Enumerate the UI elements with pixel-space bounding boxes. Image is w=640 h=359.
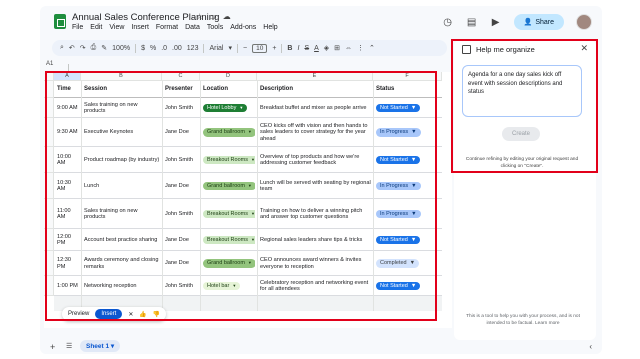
- number-format[interactable]: 123: [187, 45, 199, 52]
- screenshot-frame: Annual Sales Conference Planning ☆ ▭ ☁ F…: [0, 0, 640, 359]
- all-sheets-icon[interactable]: ☰: [66, 342, 72, 350]
- history-icon[interactable]: ◷: [442, 17, 454, 28]
- toolbar-divider: [237, 43, 238, 53]
- menu-addons[interactable]: Add-ons: [230, 24, 256, 31]
- menu-data[interactable]: Data: [185, 24, 200, 31]
- highlight-box-panel: [451, 39, 598, 173]
- undo-icon[interactable]: ↶: [69, 44, 75, 52]
- top-right-actions: ◷ ▤ ▶ 👤 Share: [442, 14, 592, 30]
- increase-decimal[interactable]: .00: [172, 45, 182, 52]
- fill-color-icon[interactable]: ◈: [324, 44, 329, 52]
- font-select[interactable]: Arial: [209, 45, 223, 52]
- sheets-bar: + ☰ Sheet 1 ▾ ‹: [40, 340, 602, 354]
- sheet-tab-label: Sheet 1: [86, 343, 110, 350]
- highlight-box-table: [45, 71, 437, 321]
- strikethrough-icon[interactable]: S: [304, 45, 309, 52]
- search-icon[interactable]: ⌕: [60, 44, 64, 52]
- menu-insert[interactable]: Insert: [131, 24, 149, 31]
- italic-button[interactable]: I: [297, 45, 299, 52]
- comment-icon[interactable]: ▤: [466, 17, 478, 28]
- more-icon[interactable]: ⋮: [357, 44, 364, 52]
- title-icons: ☆ ▭ ☁: [196, 12, 231, 21]
- currency-format[interactable]: $: [141, 45, 145, 52]
- add-sheet-icon[interactable]: +: [50, 342, 55, 352]
- chevron-down-icon: ▾: [228, 45, 232, 52]
- menu-help[interactable]: Help: [263, 24, 277, 31]
- toolbar: ⌕ ↶ ↷ ⎙ ✎ 100% $ % .0 .00 123 Arial ▾ − …: [52, 40, 447, 56]
- toolbar-divider: [281, 43, 283, 53]
- tab-sheet-1[interactable]: Sheet 1 ▾: [80, 340, 121, 352]
- decrease-decimal[interactable]: .0: [161, 45, 167, 52]
- font-size-input[interactable]: 10: [252, 43, 268, 53]
- borders-icon[interactable]: ⊞: [334, 44, 340, 52]
- share-label: Share: [535, 18, 554, 26]
- bold-button[interactable]: B: [287, 45, 292, 52]
- paint-format-icon[interactable]: ✎: [101, 44, 107, 52]
- percent-format[interactable]: %: [150, 45, 156, 52]
- sheets-logo-icon[interactable]: [54, 14, 66, 29]
- menu-view[interactable]: View: [109, 24, 124, 31]
- cloud-icon[interactable]: ☁: [223, 12, 231, 21]
- menu-format[interactable]: Format: [156, 24, 178, 31]
- share-button[interactable]: 👤 Share: [513, 14, 564, 30]
- menu-file[interactable]: File: [72, 24, 83, 31]
- menu-tools[interactable]: Tools: [207, 24, 223, 31]
- zoom-select[interactable]: 100%: [112, 45, 130, 52]
- text-color-icon[interactable]: A: [314, 45, 319, 52]
- folder-icon[interactable]: ▭: [209, 12, 217, 21]
- name-box[interactable]: A1: [46, 61, 53, 67]
- merge-icon[interactable]: ⇔: [345, 45, 352, 52]
- font-size-decrease[interactable]: −: [243, 45, 247, 52]
- panel-disclaimer[interactable]: This is a tool to help you with your pro…: [464, 314, 582, 327]
- toolbar-divider: [135, 43, 137, 53]
- menu-bar: File Edit View Insert Format Data Tools …: [72, 24, 278, 31]
- redo-icon[interactable]: ↷: [80, 44, 86, 52]
- chevron-left-icon[interactable]: ‹: [589, 342, 592, 351]
- meet-icon[interactable]: ▶: [490, 17, 502, 28]
- collapse-toolbar-icon[interactable]: ⌃: [369, 44, 375, 52]
- avatar[interactable]: [576, 14, 592, 30]
- toolbar-divider: [203, 43, 205, 53]
- menu-edit[interactable]: Edit: [90, 24, 102, 31]
- font-size-increase[interactable]: +: [272, 45, 276, 52]
- star-icon[interactable]: ☆: [196, 12, 203, 21]
- people-icon: 👤: [523, 19, 533, 26]
- print-icon[interactable]: ⎙: [91, 44, 97, 52]
